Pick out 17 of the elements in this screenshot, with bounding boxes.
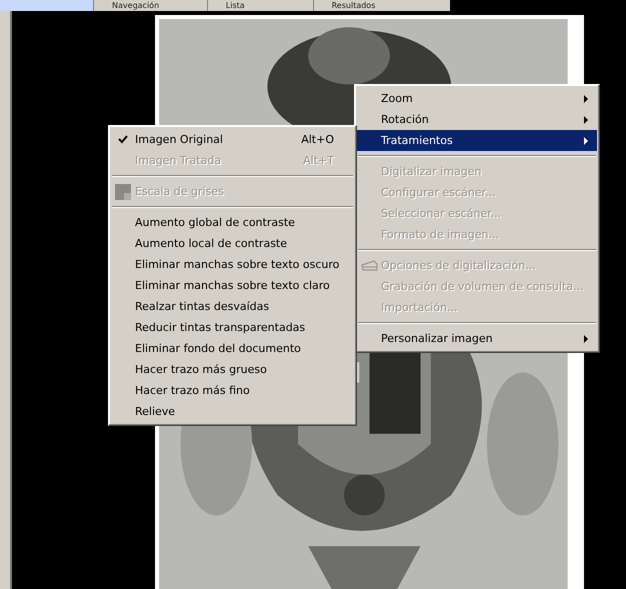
menu-item[interactable]: Imagen Original Alt+O	[111, 129, 354, 150]
menu-item[interactable]: Hacer trazo más grueso	[111, 359, 354, 380]
menu-item[interactable]: Tratamientos	[357, 130, 597, 151]
menu-item[interactable]: Relieve	[111, 401, 354, 422]
menu-item[interactable]: Eliminar fondo del documento	[111, 338, 354, 359]
menu-item[interactable]: Eliminar manchas sobre texto oscuro	[111, 254, 354, 275]
menu-item[interactable]: Aumento local de contraste	[111, 233, 354, 254]
menu-item[interactable]: Hacer trazo más fino	[111, 380, 354, 401]
scanner-icon	[360, 258, 378, 272]
menu-item[interactable]: Zoom	[357, 88, 597, 109]
menu-item[interactable]: Rotación	[357, 109, 597, 130]
menu-item[interactable]: Realzar tintas desvaídas	[111, 296, 354, 317]
grayscale-icon	[115, 184, 131, 200]
menu-item[interactable]: Reducir tintas transparentadas	[111, 317, 354, 338]
menu-item[interactable]: Eliminar manchas sobre texto claro	[111, 275, 354, 296]
menu-item[interactable]: Personalizar imagen	[357, 328, 597, 349]
menu-item[interactable]: Aumento global de contraste	[111, 212, 354, 233]
